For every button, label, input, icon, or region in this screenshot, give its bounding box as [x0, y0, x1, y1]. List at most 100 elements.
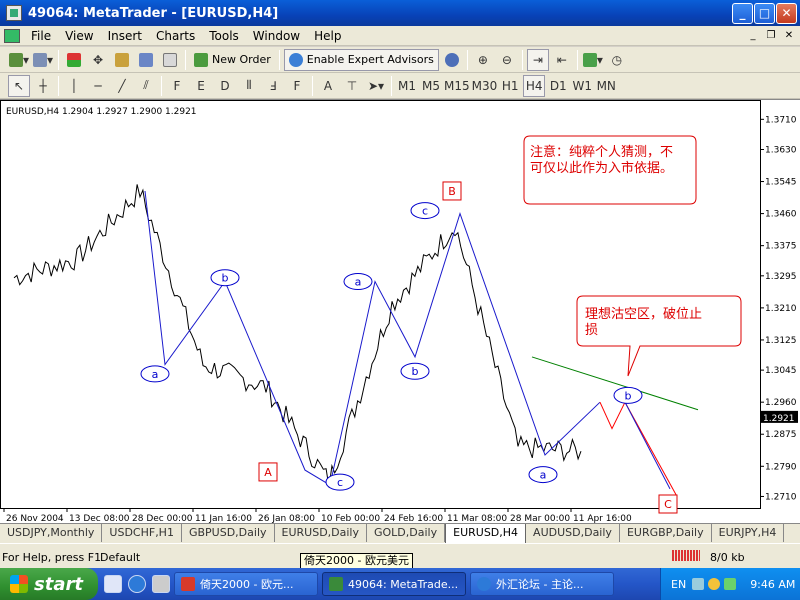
metaeditor-button[interactable]: [441, 49, 463, 71]
tf-m5[interactable]: M5: [420, 75, 442, 97]
menu-help[interactable]: Help: [307, 29, 348, 43]
fibo-time-icon: Ⅎ: [269, 78, 277, 93]
tooltip: 倚天2000 - 欧元美元: [300, 553, 413, 569]
maximize-button[interactable]: □: [754, 3, 775, 24]
chart-tab-5[interactable]: EURUSD,H4: [445, 524, 527, 544]
chart-tab-1[interactable]: USDCHF,H1: [102, 524, 182, 542]
chart-shift-button[interactable]: ⇤: [551, 49, 573, 71]
help-hint: For Help, press F1: [2, 551, 102, 564]
connection-status-icon: [672, 550, 700, 561]
terminal-icon: [139, 52, 153, 67]
enable-expert-advisors-button[interactable]: Enable Expert Advisors: [283, 48, 439, 71]
tf-m30[interactable]: M30: [472, 75, 498, 97]
task-metatrader[interactable]: 49064: MetaTrade...: [322, 572, 466, 596]
zoom-in-icon: ⊕: [477, 52, 488, 67]
profiles-button[interactable]: ▾: [32, 49, 54, 71]
close-button[interactable]: ✕: [776, 3, 797, 24]
chart-tab-3[interactable]: EURUSD,Daily: [275, 524, 367, 542]
crosshair-target-icon: ✥: [92, 52, 104, 67]
periods-button[interactable]: ◷: [606, 49, 628, 71]
tf-w1[interactable]: W1: [571, 75, 593, 97]
chart-tab-6[interactable]: AUDUSD,Daily: [526, 524, 620, 542]
label-tool[interactable]: ⊤: [341, 75, 363, 97]
menu-window[interactable]: Window: [246, 29, 307, 43]
chart-tab-4[interactable]: GOLD,Daily: [367, 524, 446, 542]
menu-insert[interactable]: Insert: [101, 29, 149, 43]
internet-explorer-icon[interactable]: [128, 575, 146, 593]
text-tool-icon: A: [323, 78, 333, 93]
horizontal-line-icon: ─: [94, 78, 102, 93]
menu-charts[interactable]: Charts: [149, 29, 202, 43]
window-titlebar[interactable]: 49064: MetaTrader - [EURUSD,H4] _ □ ✕: [0, 0, 800, 26]
cycle-tool[interactable]: ⦀: [238, 75, 260, 97]
wave-label-a: a: [355, 275, 362, 288]
chart-tab-2[interactable]: GBPUSD,Daily: [182, 524, 275, 542]
fibo-fan-tool[interactable]: F: [286, 75, 308, 97]
data-window-button[interactable]: [111, 49, 133, 71]
terminal-button[interactable]: [135, 49, 157, 71]
chart-window-icon[interactable]: [4, 28, 20, 43]
market-watch-button[interactable]: [63, 49, 85, 71]
show-desktop-icon[interactable]: [104, 575, 122, 593]
cursor-tool[interactable]: ↖: [8, 74, 30, 97]
chart-tab-7[interactable]: EURGBP,Daily: [620, 524, 712, 542]
mdi-close-button[interactable]: ✕: [782, 29, 796, 43]
strategy-tester-button[interactable]: [159, 49, 181, 71]
market-watch-icon: [67, 52, 81, 67]
windows-flag-icon: [10, 575, 28, 593]
price-tick-label: 1.3460: [765, 210, 797, 220]
chart-tab-8[interactable]: EURJPY,H4: [712, 524, 785, 542]
start-button[interactable]: start: [0, 568, 98, 600]
trendline-tool[interactable]: ╱: [111, 75, 133, 97]
new-chart-button[interactable]: ▾: [8, 49, 30, 71]
minimize-button[interactable]: _: [732, 3, 753, 24]
tf-h1[interactable]: H1: [499, 75, 521, 97]
price-chart[interactable]: EURUSD,H4 1.2904 1.2927 1.2900 1.2921 1.…: [0, 100, 800, 524]
metatrader-app-icon[interactable]: [6, 5, 22, 21]
tf-mn[interactable]: MN: [595, 75, 617, 97]
price-tick-label: 1.3375: [765, 242, 797, 252]
fibo-time-tool[interactable]: Ⅎ: [262, 75, 284, 97]
quicklaunch-app-icon[interactable]: [152, 575, 170, 593]
chart-area[interactable]: EURUSD,H4 1.2904 1.2927 1.2900 1.2921 1.…: [0, 99, 800, 524]
pitchfork-icon: D: [220, 78, 230, 93]
chart-tab-0[interactable]: USDJPY,Monthly: [0, 524, 103, 542]
text-tool[interactable]: A: [317, 75, 339, 97]
new-chart-icon: [8, 52, 23, 67]
mdi-restore-button[interactable]: ❐: [764, 29, 778, 43]
zoom-in-button[interactable]: ⊕: [472, 49, 494, 71]
horizontal-line-tool[interactable]: ─: [87, 75, 109, 97]
tray-network-icon[interactable]: [724, 578, 737, 590]
menu-view[interactable]: View: [58, 29, 100, 43]
fibo-fan-icon: F: [293, 78, 301, 93]
tray-app-icon[interactable]: [692, 578, 705, 590]
drawing-toolbar: ↖ ┼ │ ─ ╱ ⫽ F E D ⦀ Ⅎ F A ⊤ ➤▾ M1 M5 M15…: [0, 73, 800, 99]
arrows-tool[interactable]: ➤▾: [365, 75, 387, 97]
gann-tool[interactable]: E: [190, 75, 212, 97]
vertical-line-tool[interactable]: │: [63, 75, 85, 97]
task-yitian[interactable]: 倚天2000 - 欧元...: [174, 572, 318, 596]
task-forum[interactable]: 外汇论坛 - 主论...: [470, 572, 614, 596]
tray-volume-icon[interactable]: [708, 578, 721, 590]
ie-icon: [477, 577, 491, 591]
tf-h4[interactable]: H4: [523, 74, 546, 97]
navigator-button[interactable]: ✥: [87, 49, 109, 71]
tf-m1[interactable]: M1: [396, 75, 418, 97]
new-order-button[interactable]: New Order: [190, 49, 275, 71]
wave-line: [144, 190, 601, 486]
crosshair-tool[interactable]: ┼: [32, 75, 54, 97]
andrews-tool[interactable]: D: [214, 75, 236, 97]
zoom-out-button[interactable]: ⊖: [496, 49, 518, 71]
system-tray: EN 9:46 AM: [660, 568, 800, 600]
fibonacci-tool[interactable]: F: [166, 75, 188, 97]
auto-scroll-icon: ⇥: [532, 52, 543, 67]
menu-file[interactable]: File: [24, 29, 58, 43]
tf-d1[interactable]: D1: [547, 75, 569, 97]
mdi-minimize-button[interactable]: _: [746, 29, 760, 43]
tf-m15[interactable]: M15: [444, 75, 470, 97]
channel-tool[interactable]: ⫽: [135, 75, 157, 97]
auto-scroll-button[interactable]: ⇥: [526, 48, 549, 71]
indicators-button[interactable]: ▾: [582, 49, 604, 71]
menu-tools[interactable]: Tools: [202, 29, 246, 43]
language-indicator[interactable]: EN: [671, 578, 686, 591]
